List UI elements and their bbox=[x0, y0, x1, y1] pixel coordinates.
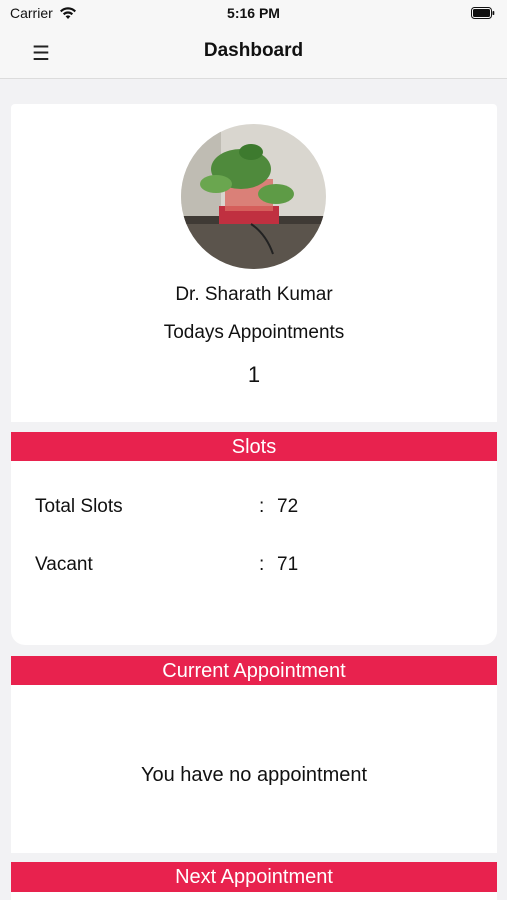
next-appointment-card bbox=[11, 892, 497, 900]
navigation-bar: ☰ Dashboard bbox=[0, 28, 507, 79]
vacant-slots-separator: : bbox=[259, 554, 265, 575]
vacant-slots-value: 71 bbox=[277, 554, 299, 575]
page-title: Dashboard bbox=[203, 40, 304, 61]
doctor-name: Dr. Sharath Kumar bbox=[175, 284, 333, 305]
vacant-slots-label: Vacant bbox=[35, 554, 93, 575]
doctor-profile-card: Dr. Sharath Kumar Todays Appointments 1 bbox=[11, 104, 497, 422]
status-bar: Carrier 5:16 PM bbox=[0, 0, 507, 28]
current-appointment-card: You have no appointment bbox=[11, 685, 497, 853]
battery-icon bbox=[471, 7, 495, 19]
next-appointment-header: Next Appointment bbox=[11, 862, 497, 892]
no-appointment-message: You have no appointment bbox=[140, 764, 368, 786]
total-slots-separator: : bbox=[259, 496, 265, 517]
slots-header: Slots bbox=[11, 432, 497, 461]
slots-card: Total Slots : 72 Vacant : 71 bbox=[11, 461, 497, 645]
current-appointment-header: Current Appointment bbox=[11, 656, 497, 685]
total-slots-label: Total Slots bbox=[35, 496, 123, 517]
status-time: 5:16 PM bbox=[227, 5, 280, 21]
todays-appointments-count: 1 bbox=[247, 362, 261, 387]
doctor-avatar[interactable] bbox=[181, 124, 326, 269]
todays-appointments-label: Todays Appointments bbox=[163, 322, 345, 343]
total-slots-value: 72 bbox=[277, 496, 299, 517]
avatar-photo bbox=[181, 124, 326, 269]
